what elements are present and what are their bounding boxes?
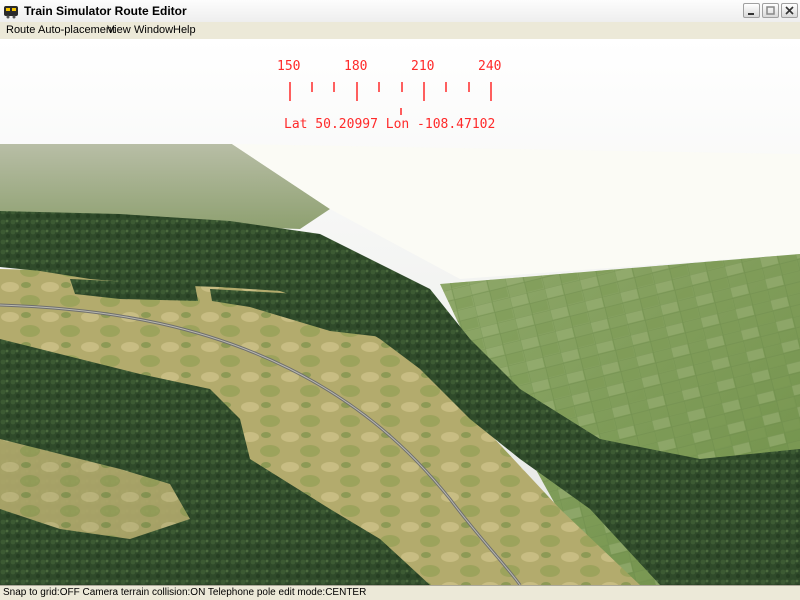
menu-help[interactable]: Help [173,24,196,36]
status-bar: Snap to grid:OFF Camera terrain collisio… [0,585,800,600]
minimize-icon [748,13,754,15]
menu-bar: Route Auto-placement View Window Help [0,22,800,39]
title-bar[interactable]: Train Simulator Route Editor [0,0,800,23]
close-button[interactable] [781,3,798,18]
menu-route[interactable]: Route [6,24,35,36]
close-icon [785,6,794,15]
status-text: Snap to grid:OFF Camera terrain collisio… [3,587,367,598]
maximize-icon [766,6,775,15]
terrain-scene [0,39,800,585]
train-icon[interactable] [3,3,19,19]
window-title: Train Simulator Route Editor [24,4,187,18]
menu-window[interactable]: Window [134,24,173,36]
maximize-button[interactable] [762,3,779,18]
menu-auto-placement[interactable]: Auto-placement [38,24,115,36]
minimize-button[interactable] [743,3,760,18]
route-viewport[interactable]: 150 180 210 240 Lat 50.20997 Lon -108.47… [0,39,800,585]
menu-view[interactable]: View [107,24,131,36]
